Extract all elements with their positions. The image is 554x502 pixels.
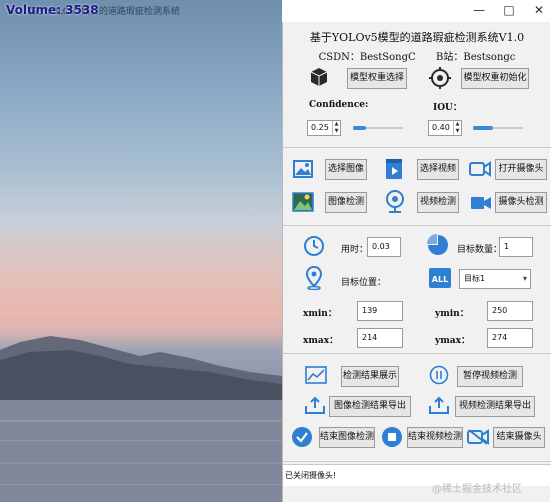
location-pin-icon — [305, 265, 323, 294]
select-weights-button[interactable]: 模型权重选择 — [347, 68, 407, 89]
image-icon — [293, 160, 313, 182]
all-targets-icon: ALL — [429, 268, 451, 292]
status-message: 已关闭摄像头! — [285, 471, 337, 480]
confidence-slider-fill — [353, 126, 366, 130]
iou-slider-fill — [473, 126, 493, 130]
export-video-button[interactable]: 视频检测结果导出 — [455, 396, 535, 417]
model-section: 基于YOLOv5模型的道路瑕疵检测系统V1.0 CSDN：BestSongC B… — [283, 22, 551, 148]
cube-icon — [309, 67, 329, 91]
iou-label: IOU： — [433, 103, 462, 113]
camera-detect-button[interactable]: 摄像头检测 — [495, 192, 547, 213]
confidence-value: 0.25 — [311, 123, 329, 132]
camera-icon — [469, 161, 491, 181]
iou-spinbox[interactable]: 0.40 ▲ ▼ — [428, 120, 462, 136]
pie-chart-icon — [427, 234, 449, 260]
spin-arrows-icon[interactable]: ▲ ▼ — [332, 121, 340, 135]
xmin-field[interactable]: 139 — [357, 301, 403, 321]
pause-video-button[interactable]: 暂停视频检测 — [457, 366, 523, 387]
video-detect-button[interactable]: 视频检测 — [417, 192, 459, 213]
volume-overlay: Volume: 3538 — [6, 3, 99, 17]
credit-row: CSDN：BestSongC B站：Bestsongc — [283, 48, 551, 63]
svg-text:ALL: ALL — [432, 275, 448, 284]
iou-slider[interactable] — [473, 123, 523, 133]
landscape-image — [0, 0, 282, 502]
target-select[interactable]: 目标1 ▾ — [459, 269, 531, 289]
action-section: 检测结果展示 暂停视频检测 图像检测结果导出 视频检测结果导出 结束图像检测 结… — [283, 356, 551, 462]
end-camera-button[interactable]: 结束摄像头 — [493, 427, 545, 448]
position-label: 目标位置： — [341, 278, 387, 288]
confidence-spinbox[interactable]: 0.25 ▲ ▼ — [307, 120, 341, 136]
xmax-label: xmax： — [303, 336, 339, 346]
watermark-text: @稀土掘金技术社区 — [432, 484, 522, 495]
confidence-label: Confidence: — [309, 100, 369, 110]
csdn-label: CSDN：BestSongC — [318, 52, 416, 63]
image-detect-button[interactable]: 图像检测 — [325, 192, 367, 213]
end-video-button[interactable]: 结束视频检测 — [407, 427, 463, 448]
time-label: 用时： — [341, 245, 369, 255]
spin-arrows-icon[interactable]: ▲ ▼ — [453, 121, 461, 135]
result-section: 用时： 0.03 目标数量： 1 目标位置： ALL 目标1 ▾ xmin： 1… — [283, 228, 551, 354]
camera-off-icon — [467, 429, 489, 449]
video-camera-icon — [471, 195, 491, 214]
ymax-field[interactable]: 274 — [487, 328, 533, 348]
minimize-button[interactable]: — — [468, 0, 490, 20]
ymin-field[interactable]: 250 — [487, 301, 533, 321]
end-image-button[interactable]: 结束图像检测 — [319, 427, 375, 448]
window-titlebar: 基于YOLOv5模型的道路瑕疵检测系统 Volume: 3538 — □ ✕ — [0, 0, 554, 22]
upload-icon — [305, 396, 325, 418]
target-select-value: 目标1 — [464, 274, 486, 283]
xmin-label: xmin： — [303, 309, 337, 319]
xmax-field[interactable]: 214 — [357, 328, 403, 348]
video-file-icon — [385, 158, 403, 184]
check-circle-icon — [291, 426, 313, 452]
select-video-button[interactable]: 选择视频 — [417, 159, 459, 180]
landscape-graphic — [0, 336, 282, 502]
webcam-icon — [385, 190, 405, 218]
maximize-button[interactable]: □ — [498, 0, 520, 20]
confidence-slider[interactable] — [353, 123, 403, 133]
show-result-button[interactable]: 检测结果展示 — [341, 366, 399, 387]
input-section: 选择图像 选择视频 打开摄像头 图像检测 视频检测 摄像头检测 — [283, 150, 551, 226]
export-image-button[interactable]: 图像检测结果导出 — [329, 396, 411, 417]
ymax-label: ymax： — [435, 336, 470, 346]
app-title: 基于YOLOv5模型的道路瑕疵检测系统V1.0 — [309, 31, 525, 44]
control-panel: 基于YOLOv5模型的道路瑕疵检测系统V1.0 CSDN：BestSongC B… — [282, 22, 551, 502]
image-detect-icon — [292, 192, 314, 216]
init-weights-button[interactable]: 模型权重初始化 — [461, 68, 529, 89]
line-chart-icon — [305, 366, 327, 388]
chevron-down-icon[interactable]: ▾ — [523, 270, 527, 288]
iou-value: 0.40 — [432, 123, 450, 132]
count-field[interactable]: 1 — [499, 237, 533, 257]
bilibili-label: B站：Bestsongc — [436, 52, 516, 63]
upload-icon — [429, 396, 449, 418]
window-controls: — □ ✕ — [468, 0, 550, 20]
pause-icon — [429, 365, 449, 389]
stop-circle-icon — [381, 426, 403, 452]
clock-icon — [303, 235, 325, 261]
close-button[interactable]: ✕ — [528, 0, 550, 20]
time-field[interactable]: 0.03 — [367, 237, 401, 257]
count-label: 目标数量： — [457, 245, 503, 255]
select-image-button[interactable]: 选择图像 — [325, 159, 367, 180]
ymin-label: ymin： — [435, 309, 469, 319]
target-settings-icon — [429, 67, 451, 93]
open-camera-button[interactable]: 打开摄像头 — [495, 159, 547, 180]
